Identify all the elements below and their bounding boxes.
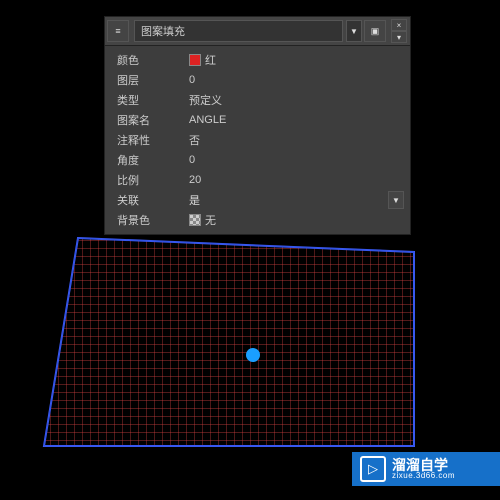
property-value[interactable]: 0	[189, 154, 408, 166]
watermark: ▷ 溜溜自学 zixue.3d66.com	[352, 452, 500, 486]
property-row: 注释性否	[107, 130, 408, 150]
property-label: 背景色	[107, 212, 189, 228]
hatch-preview	[34, 232, 424, 452]
property-label: 类型	[107, 92, 189, 108]
property-row: 图层0	[107, 70, 408, 90]
property-row: 比例20	[107, 170, 408, 190]
title-dropdown-icon[interactable]: ▼	[346, 20, 362, 42]
watermark-url: zixue.3d66.com	[392, 472, 455, 480]
property-label: 比例	[107, 172, 189, 188]
property-row: 图案名ANGLE	[107, 110, 408, 130]
property-value[interactable]: 是▼	[189, 191, 408, 209]
property-row: 关联是▼	[107, 190, 408, 210]
chevron-down-icon[interactable]: ▼	[388, 191, 404, 209]
property-row: 角度0	[107, 150, 408, 170]
property-value-text: 否	[189, 132, 200, 148]
play-icon: ▷	[360, 456, 386, 482]
property-value[interactable]: 预定义	[189, 92, 408, 108]
property-label: 图案名	[107, 112, 189, 128]
property-value-text: 无	[205, 212, 216, 228]
drawing-canvas[interactable]	[34, 232, 424, 450]
property-value-text: 预定义	[189, 92, 222, 108]
property-value[interactable]: ANGLE	[189, 114, 408, 126]
panel-title-text: 图案填充	[141, 23, 185, 39]
property-value[interactable]: 20	[189, 174, 408, 186]
property-value-text: 0	[189, 74, 195, 86]
watermark-title: 溜溜自学	[392, 458, 455, 472]
hatch-properties-panel: ≡ 图案填充 ▼ ▣ × ▾ 颜色红图层0类型预定义图案名ANGLE注释性否角度…	[104, 16, 411, 235]
properties-list: 颜色红图层0类型预定义图案名ANGLE注释性否角度0比例20关联是▼背景色无	[105, 46, 410, 234]
menu-icon[interactable]: ≡	[107, 20, 129, 42]
property-row: 背景色无	[107, 210, 408, 230]
property-value[interactable]: 0	[189, 74, 408, 86]
property-value-text: 是	[189, 192, 388, 208]
center-grip[interactable]	[246, 348, 260, 362]
property-value-text: 红	[205, 52, 216, 68]
property-value-text: 0	[189, 154, 195, 166]
property-value-text: 20	[189, 174, 201, 186]
property-label: 角度	[107, 152, 189, 168]
color-swatch	[189, 54, 201, 66]
property-label: 注释性	[107, 132, 189, 148]
property-value[interactable]: 无	[189, 212, 408, 228]
property-value-text: ANGLE	[189, 114, 226, 126]
close-icon[interactable]: ×	[391, 19, 407, 31]
property-value[interactable]: 否	[189, 132, 408, 148]
panel-title[interactable]: 图案填充	[134, 20, 343, 42]
property-label: 关联	[107, 192, 189, 208]
property-row: 类型预定义	[107, 90, 408, 110]
color-swatch	[189, 214, 201, 226]
property-label: 图层	[107, 72, 189, 88]
property-label: 颜色	[107, 52, 189, 68]
property-row: 颜色红	[107, 50, 408, 70]
collapse-icon[interactable]: ▾	[391, 31, 407, 43]
property-value[interactable]: 红	[189, 52, 408, 68]
select-objects-icon[interactable]: ▣	[364, 20, 386, 42]
panel-header: ≡ 图案填充 ▼ ▣ × ▾	[105, 17, 410, 46]
